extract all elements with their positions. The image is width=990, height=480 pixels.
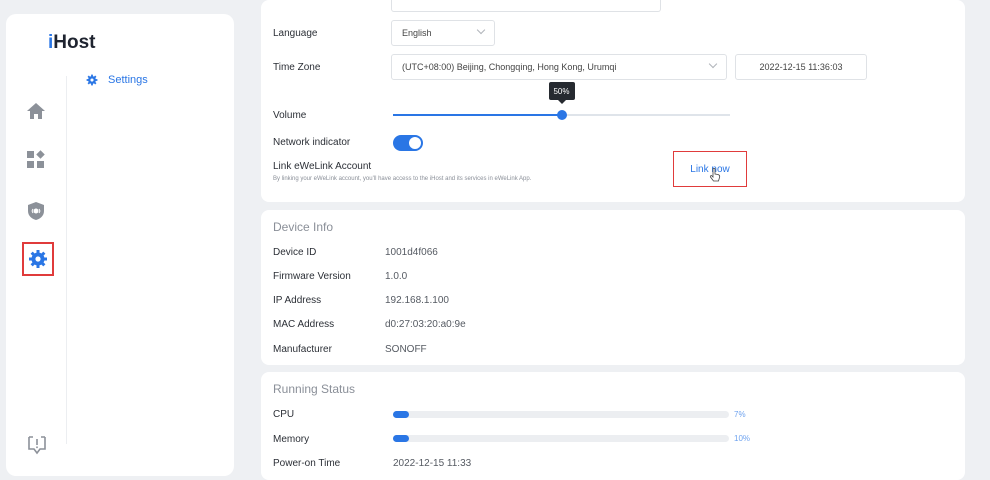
timezone-value: (UTC+08:00) Beijing, Chongqing, Hong Kon… [402, 62, 617, 72]
power-on-time-label: Power-on Time [273, 458, 341, 469]
sidebar: iHost Settings [6, 14, 234, 476]
firmware-version-label: Firmware Version [273, 271, 351, 282]
volume-slider[interactable] [393, 110, 730, 120]
language-value: English [402, 28, 432, 38]
settings-card: Language English Time Zone (UTC+08:00) B… [261, 0, 965, 202]
hand-cursor-icon [709, 168, 721, 182]
datetime-value: 2022-12-15 11:36:03 [759, 62, 843, 72]
settings-small-icon [86, 74, 98, 86]
power-on-time-value: 2022-12-15 11:33 [393, 458, 472, 469]
cpu-usage-bar [393, 411, 729, 418]
app-logo[interactable]: iHost [48, 32, 96, 54]
link-account-description: By linking your eWeLink account, you'll … [273, 176, 532, 182]
nav-divider [66, 76, 67, 444]
timezone-label: Time Zone [273, 62, 321, 73]
volume-tooltip: 50% [548, 82, 575, 104]
memory-usage-fill [393, 435, 409, 442]
device-id-label: Device ID [273, 247, 317, 258]
memory-percent: 10% [734, 434, 751, 443]
previous-field-edge [391, 0, 661, 12]
volume-slider-thumb[interactable] [556, 110, 567, 120]
device-info-card: Device Info Device ID 1001d4f066 Firmwar… [261, 210, 965, 365]
chevron-down-icon [708, 59, 718, 69]
running-status-card: Running Status CPU 7% Memory 10% Power-o… [261, 372, 965, 480]
timezone-select[interactable]: (UTC+08:00) Beijing, Chongqing, Hong Kon… [391, 54, 727, 80]
language-label: Language [273, 28, 318, 39]
volume-slider-fill [393, 114, 562, 116]
toggle-knob [409, 137, 421, 149]
network-indicator-toggle[interactable] [393, 135, 423, 151]
sidebar-item-settings[interactable]: Settings [86, 74, 148, 86]
volume-label: Volume [273, 110, 307, 121]
mac-address-label: MAC Address [273, 319, 335, 330]
cpu-percent: 7% [734, 410, 746, 419]
running-status-title: Running Status [273, 382, 356, 396]
feedback-icon[interactable] [26, 434, 48, 456]
manufacturer-value: SONOFF [385, 344, 427, 355]
device-id-value: 1001d4f066 [385, 247, 438, 258]
memory-usage-bar [393, 435, 729, 442]
network-indicator-label: Network indicator [273, 137, 351, 148]
settings-icon[interactable] [22, 242, 54, 276]
home-icon[interactable] [23, 98, 49, 124]
link-account-title: Link eWeLink Account [273, 161, 372, 172]
sidebar-item-label: Settings [108, 74, 148, 86]
cpu-usage-fill [393, 411, 409, 418]
icon-nav [6, 74, 66, 476]
cpu-label: CPU [273, 409, 295, 420]
mac-address-value: d0:27:03:20:a0:9e [385, 319, 466, 330]
memory-label: Memory [273, 434, 310, 445]
firmware-version-value: 1.0.0 [385, 271, 408, 282]
chevron-down-icon [476, 25, 486, 35]
language-select[interactable]: English [391, 20, 495, 46]
devices-icon[interactable] [23, 147, 49, 173]
datetime-field: 2022-12-15 11:36:03 [735, 54, 867, 80]
ip-address-label: IP Address [273, 295, 322, 306]
manufacturer-label: Manufacturer [273, 344, 332, 355]
ip-address-value: 192.168.1.100 [385, 295, 449, 306]
security-icon[interactable] [23, 198, 49, 224]
device-info-title: Device Info [273, 220, 334, 234]
